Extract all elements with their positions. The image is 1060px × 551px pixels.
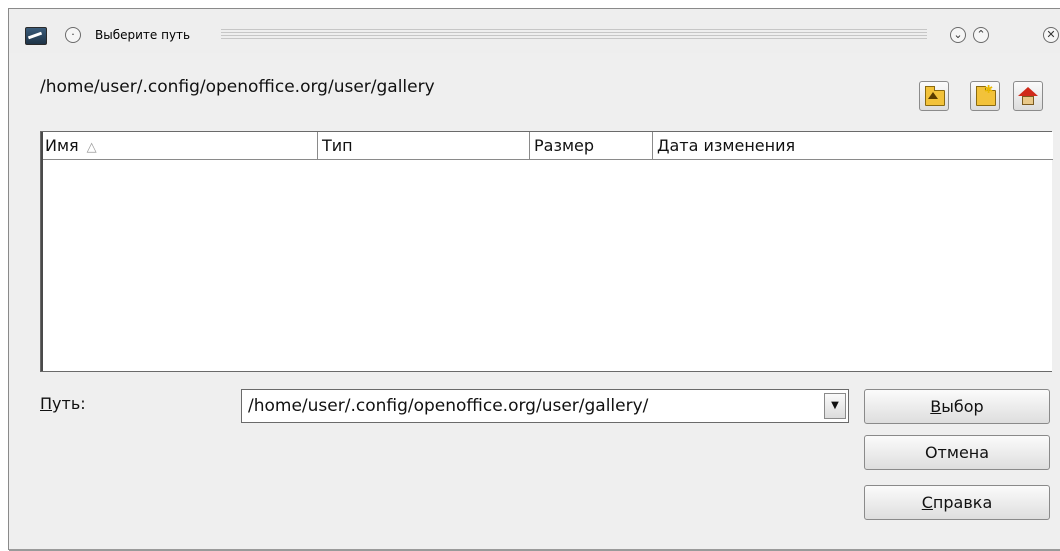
sort-ascending-icon: △ xyxy=(86,140,97,155)
file-list[interactable]: Имя △ Тип Размер Дата изменения xyxy=(40,131,1053,372)
column-header-modified-label: Дата изменения xyxy=(657,136,796,155)
column-header-modified[interactable]: Дата изменения xyxy=(653,132,1053,160)
column-header-size-label: Размер xyxy=(534,136,595,155)
column-header-name-label: Имя xyxy=(45,136,79,155)
path-input[interactable]: /home/user/.config/openoffice.org/user/g… xyxy=(248,396,648,416)
new-folder-button[interactable]: ✱ xyxy=(970,81,1000,111)
path-label-mnemonic: П xyxy=(40,394,53,413)
cancel-button-label: Отмена xyxy=(924,443,990,462)
path-combobox[interactable]: /home/user/.config/openoffice.org/user/g… xyxy=(241,389,849,423)
window-title: Выберите путь xyxy=(95,28,191,42)
title-bar[interactable]: · Выберите путь ⌄ ⌃ ✕ xyxy=(9,9,1060,53)
minimize-icon[interactable]: ⌄ xyxy=(950,27,966,43)
select-path-dialog: · Выберите путь ⌄ ⌃ ✕ /home/user/.config… xyxy=(8,8,1060,551)
column-header-size[interactable]: Размер xyxy=(530,132,653,160)
column-header-name[interactable]: Имя △ xyxy=(41,132,318,160)
window-menu-icon[interactable]: · xyxy=(65,27,81,43)
maximize-icon[interactable]: ⌃ xyxy=(973,27,989,43)
help-button-mnemonic: С xyxy=(921,493,933,512)
path-label-text: уть: xyxy=(52,394,86,413)
select-button[interactable]: Выбор xyxy=(864,389,1050,424)
column-header-type-label: Тип xyxy=(322,136,353,155)
title-bar-grip xyxy=(221,29,927,41)
folder-up-button[interactable] xyxy=(919,81,949,111)
app-icon[interactable] xyxy=(25,27,47,45)
dropdown-arrow-icon[interactable]: ▼ xyxy=(824,393,846,419)
help-button[interactable]: Справка xyxy=(864,485,1050,520)
home-button[interactable] xyxy=(1013,81,1043,111)
select-button-mnemonic: В xyxy=(930,397,942,416)
help-button-label: правка xyxy=(932,493,993,512)
select-button-label: ыбор xyxy=(941,397,984,416)
path-label: Путь: xyxy=(40,394,86,413)
close-icon[interactable]: ✕ xyxy=(1043,27,1059,43)
current-path: /home/user/.config/openoffice.org/user/g… xyxy=(40,77,435,97)
column-header-type[interactable]: Тип xyxy=(318,132,530,160)
cancel-button[interactable]: Отмена xyxy=(864,435,1050,470)
